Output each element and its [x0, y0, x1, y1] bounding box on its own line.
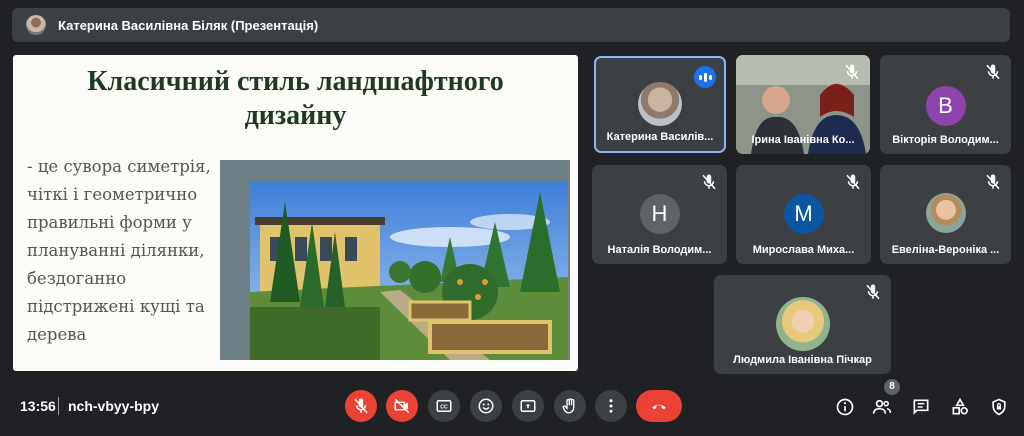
activities-icon [952, 397, 968, 415]
presentation-title: Катерина Василівна Біляк (Презентація) [58, 17, 319, 33]
participant-name: Ірина Іванівна Ко... [751, 134, 855, 146]
meeting-clock: 13:56 [20, 398, 56, 414]
svg-text:CC: CC [440, 405, 448, 411]
participant-tile-nataliia[interactable]: Н Наталія Володим... [592, 165, 727, 264]
participant-name: Вікторія Володим... [892, 134, 999, 146]
emoji-icon [478, 398, 494, 414]
present-button[interactable] [512, 390, 544, 422]
raise-hand-button[interactable] [554, 390, 586, 422]
participant-tile-viktoriia[interactable]: В Вікторія Володим... [880, 55, 1011, 154]
slide-title-line1: Класичний стиль ландшафтного [87, 66, 504, 97]
captions-button[interactable]: CC [428, 390, 460, 422]
toggle-camera-button[interactable] [386, 390, 418, 422]
reactions-button[interactable] [470, 390, 502, 422]
slide-title-line2: дизайну [244, 100, 347, 131]
more-options-button[interactable] [595, 390, 627, 422]
mic-off-icon [986, 64, 1000, 80]
participant-tile-evelina[interactable]: Евеліна-Вероніка ... [880, 165, 1011, 264]
participant-name: Мирослава Миха... [752, 244, 855, 256]
participant-avatar [775, 297, 830, 351]
mic-off-icon [846, 174, 860, 190]
mic-off-icon [354, 398, 368, 414]
participant-avatar [925, 193, 966, 233]
divider [58, 397, 59, 415]
mic-off-icon [866, 284, 880, 300]
participant-tile-myroslava[interactable]: М Мирослава Миха... [736, 165, 871, 264]
participant-name: Наталія Володим... [607, 244, 712, 256]
raise-hand-icon [562, 398, 575, 414]
mic-off-icon [845, 64, 859, 80]
present-icon [520, 400, 536, 412]
slide-title: Класичний стиль ландшафтного дизайну [13, 65, 578, 133]
toggle-mic-button[interactable] [345, 390, 377, 422]
host-controls-icon [992, 398, 1006, 416]
speaking-indicator-icon [694, 66, 716, 88]
participant-initial-avatar: В [925, 86, 966, 126]
info-icon [836, 398, 854, 416]
captions-icon: CC [436, 400, 452, 412]
meeting-code[interactable]: nch-vbyy-bpy [68, 398, 159, 414]
participant-avatar [638, 82, 682, 126]
slide-garden-image [220, 160, 570, 360]
chat-icon [913, 399, 929, 415]
more-icon [609, 399, 613, 413]
participant-tile-kateryna[interactable]: Катерина Василів... [594, 56, 726, 153]
end-call-icon [652, 404, 666, 410]
participant-initial-avatar: Н [639, 194, 680, 234]
mic-off-icon [702, 174, 716, 190]
mic-off-icon [986, 174, 1000, 190]
chat-button[interactable] [909, 395, 933, 419]
people-button[interactable] [870, 395, 894, 419]
participant-name: Катерина Василів... [606, 131, 714, 143]
participant-count-badge: 8 [884, 379, 900, 395]
presentation-header: Катерина Василівна Біляк (Презентація) [12, 8, 1010, 42]
participant-name: Людмила Іванівна Пічкар [733, 354, 872, 366]
host-controls-button[interactable] [987, 395, 1011, 419]
participant-tile-iryna[interactable]: Ірина Іванівна Ко... [736, 55, 870, 154]
people-icon [872, 399, 892, 414]
slide-body-text: - це сувора симетрія, чіткі і геометричн… [27, 157, 211, 344]
meeting-details-button[interactable] [833, 395, 857, 419]
presentation-slide: Класичний стиль ландшафтного дизайну - ц… [13, 55, 578, 371]
camera-off-icon [394, 398, 410, 414]
participant-initial-avatar: М [783, 194, 824, 234]
participant-tile-liudmyla[interactable]: Людмила Іванівна Пічкар [714, 275, 891, 374]
participant-name: Евеліна-Вероніка ... [891, 244, 1000, 256]
presenter-avatar [26, 15, 46, 35]
activities-button[interactable] [948, 395, 972, 419]
leave-call-button[interactable] [636, 390, 682, 422]
